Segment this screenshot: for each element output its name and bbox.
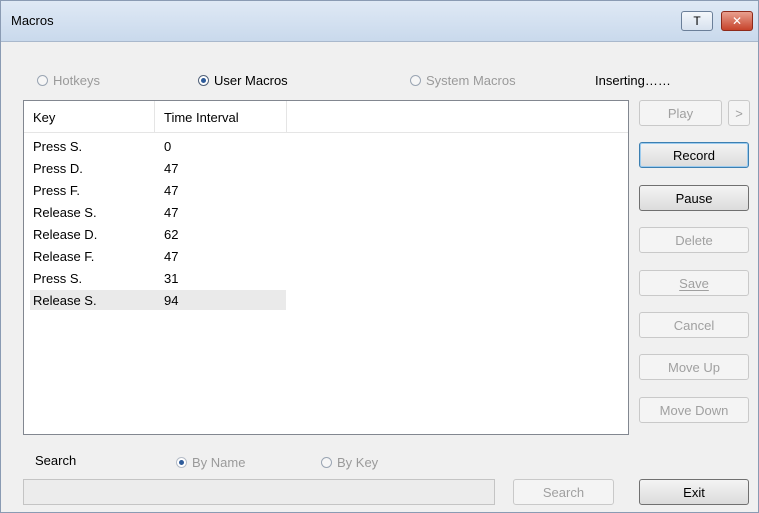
list-item[interactable]: Release S. 47: [30, 202, 286, 222]
search-label: Search: [35, 453, 77, 468]
list-item[interactable]: Release D. 62: [30, 224, 286, 244]
radio-by-key-indicator: [321, 457, 332, 468]
row-interval: 0: [164, 139, 172, 154]
row-key: Release D.: [33, 227, 98, 242]
title-bar: Macros T ✕: [1, 1, 758, 42]
row-key: Release S.: [33, 293, 97, 308]
radio-by-key-label: By Key: [337, 455, 379, 470]
save-button[interactable]: Save: [639, 270, 749, 296]
pin-button[interactable]: T: [681, 11, 713, 31]
column-time-interval[interactable]: Time Interval: [164, 110, 239, 125]
search-button-label: Search: [542, 484, 585, 500]
list-header: Key Time Interval: [24, 101, 628, 133]
window-title: Macros: [11, 13, 54, 28]
row-key: Release S.: [33, 205, 97, 220]
list-item-selected[interactable]: Release S. 94: [30, 290, 286, 310]
exit-button-label: Exit: [683, 484, 705, 500]
move-up-button[interactable]: Move Up: [639, 354, 749, 380]
radio-by-key[interactable]: By Key: [321, 455, 378, 470]
row-interval: 47: [164, 205, 179, 220]
list-item[interactable]: Press D. 47: [30, 158, 286, 178]
move-up-button-label: Move Up: [667, 359, 721, 375]
search-button[interactable]: Search: [513, 479, 614, 505]
save-button-label: Save: [679, 275, 709, 291]
radio-user-macros[interactable]: User Macros: [198, 73, 288, 88]
column-key[interactable]: Key: [33, 110, 55, 125]
row-interval: 47: [164, 249, 179, 264]
more-button[interactable]: >: [728, 100, 750, 126]
radio-system-macros[interactable]: System Macros: [410, 73, 516, 88]
status-text: Inserting……: [595, 73, 671, 88]
close-button[interactable]: ✕: [721, 11, 753, 31]
chevron-right-icon: >: [735, 105, 743, 121]
macro-list[interactable]: Key Time Interval Press S. 0 Press D. 47…: [23, 100, 629, 435]
close-icon: ✕: [731, 14, 743, 28]
exit-button[interactable]: Exit: [639, 479, 749, 505]
column-divider[interactable]: [154, 101, 155, 132]
radio-by-name-indicator: [176, 457, 187, 468]
radio-user-macros-indicator: [198, 75, 209, 86]
macros-window: Macros T ✕ Hotkeys User Macros System Ma…: [0, 0, 759, 513]
cancel-button-label: Cancel: [673, 317, 715, 333]
delete-button-label: Delete: [675, 232, 713, 248]
delete-button[interactable]: Delete: [639, 227, 749, 253]
record-button[interactable]: Record: [639, 142, 749, 168]
row-interval: 31: [164, 271, 179, 286]
pin-icon: T: [693, 14, 701, 28]
radio-by-name-label: By Name: [192, 455, 246, 470]
pause-button-label: Pause: [675, 190, 713, 206]
row-interval: 94: [164, 293, 179, 308]
play-button-label: Play: [667, 105, 694, 121]
record-button-label: Record: [673, 147, 715, 163]
row-key: Press D.: [33, 161, 83, 176]
list-item[interactable]: Release F. 47: [30, 246, 286, 266]
search-input[interactable]: [23, 479, 495, 505]
list-item[interactable]: Press S. 0: [30, 136, 286, 156]
row-interval: 47: [164, 183, 179, 198]
pause-button[interactable]: Pause: [639, 185, 749, 211]
row-interval: 62: [164, 227, 179, 242]
column-divider[interactable]: [286, 101, 287, 132]
radio-system-macros-indicator: [410, 75, 421, 86]
play-button[interactable]: Play: [639, 100, 722, 126]
radio-hotkeys-indicator: [37, 75, 48, 86]
row-key: Press S.: [33, 139, 83, 154]
radio-user-macros-label: User Macros: [214, 73, 288, 88]
radio-system-macros-label: System Macros: [426, 73, 516, 88]
cancel-button[interactable]: Cancel: [639, 312, 749, 338]
move-down-button-label: Move Down: [659, 402, 729, 418]
radio-hotkeys-label: Hotkeys: [53, 73, 100, 88]
row-key: Press F.: [33, 183, 80, 198]
row-interval: 47: [164, 161, 179, 176]
radio-by-name[interactable]: By Name: [176, 455, 245, 470]
row-key: Press S.: [33, 271, 83, 286]
move-down-button[interactable]: Move Down: [639, 397, 749, 423]
radio-hotkeys[interactable]: Hotkeys: [37, 73, 100, 88]
list-item[interactable]: Press S. 31: [30, 268, 286, 288]
row-key: Release F.: [33, 249, 95, 264]
list-item[interactable]: Press F. 47: [30, 180, 286, 200]
